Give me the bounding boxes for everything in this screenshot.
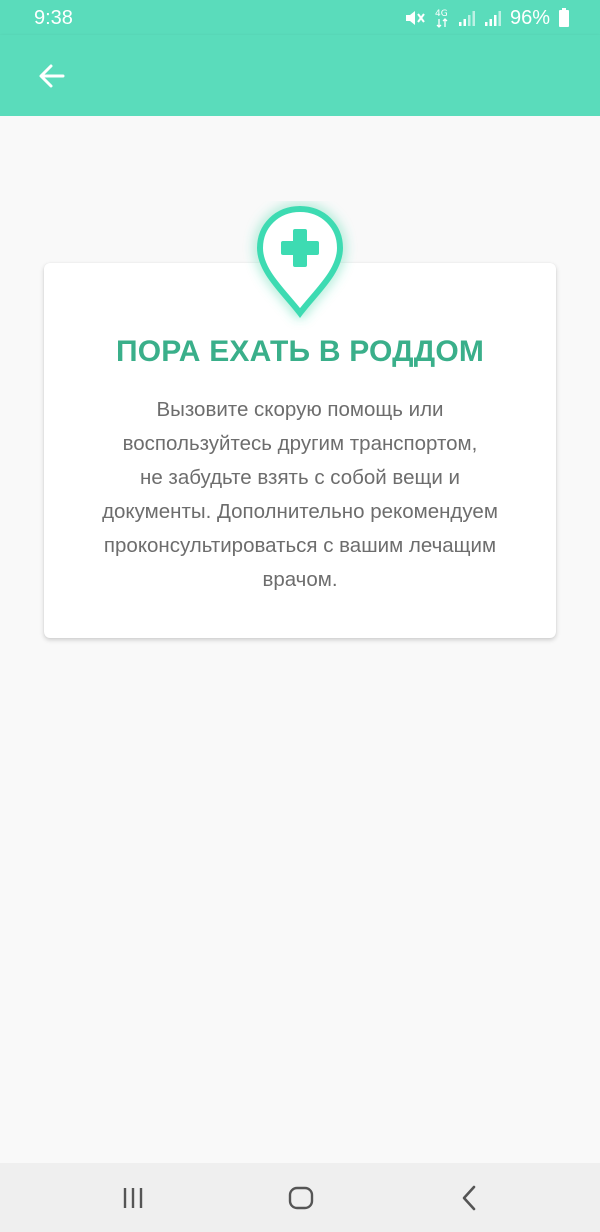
status-icons: 4G 96%: [404, 4, 570, 32]
back-icon: [462, 1185, 476, 1210]
card-text-line: Вызовите скорую помощь или: [156, 398, 444, 421]
4g-data-icon: 4G: [434, 7, 450, 29]
home-button[interactable]: [251, 1163, 351, 1232]
card-text: Вызовите скорую помощь или воспользуйтес…: [68, 393, 532, 597]
back-button[interactable]: [22, 51, 82, 101]
recent-apps-icon: [123, 1187, 143, 1208]
battery-icon: [558, 8, 570, 28]
home-icon: [288, 1186, 314, 1209]
system-nav-bar: [0, 1163, 600, 1232]
arrow-left-icon: [39, 64, 65, 88]
recent-apps-button[interactable]: [83, 1163, 183, 1232]
main-content: ПОРА ЕХАТЬ В РОДДОМ Вызовите скорую помо…: [0, 116, 600, 1163]
card-text-line: документы. Дополнительно рекомендуем: [102, 500, 498, 523]
status-bar: 9:38 4G 96%: [0, 0, 600, 35]
card-text-line: проконсультироваться с вашим лечащим: [103, 534, 497, 557]
svg-text:4G: 4G: [435, 9, 448, 19]
signal-icon: [484, 9, 502, 27]
card-text-line: врачом.: [262, 568, 338, 591]
app-toolbar: [0, 35, 600, 116]
card-text-line: не забудьте взять с собой вещи и: [140, 466, 460, 489]
back-nav-button[interactable]: [419, 1163, 519, 1232]
card-text-line: воспользуйтесь другим транспортом,: [122, 432, 478, 455]
medical-location-pin-icon: [256, 205, 344, 318]
battery-percent: 96%: [509, 6, 550, 29]
signal-icon: [458, 9, 476, 27]
mute-icon: [404, 8, 426, 28]
status-time: 9:38: [34, 7, 73, 29]
